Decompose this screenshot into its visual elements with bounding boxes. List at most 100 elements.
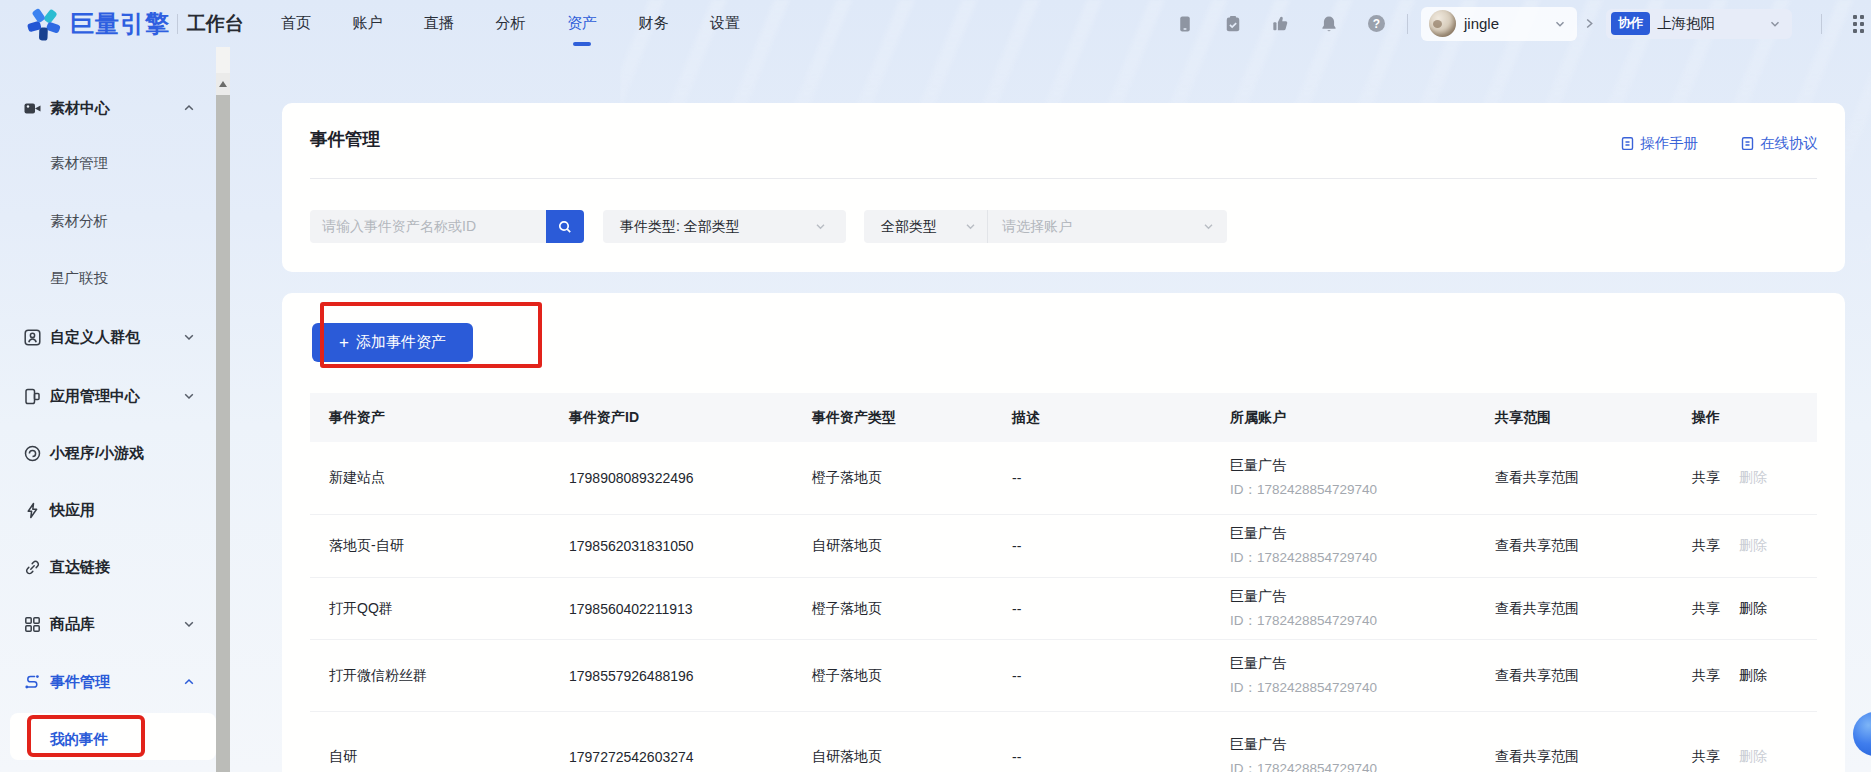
sidebar-item-4[interactable]: 自定义人群包 (0, 325, 216, 349)
cell-description: -- (1002, 538, 1220, 554)
active-nav-underline (573, 42, 591, 46)
table-header: 事件资产事件资产ID事件资产类型描述所属账户共享范围操作 (310, 393, 1817, 442)
help-icon[interactable]: ? (1368, 15, 1385, 32)
sidebar-item-label: 我的事件 (50, 730, 108, 749)
cell-account: 巨量广告ID：1782428854729740 (1220, 736, 1485, 772)
search-button[interactable] (546, 210, 584, 243)
account-select[interactable]: 请选择账户 (1002, 218, 1072, 236)
nav-item-4[interactable]: 资产 (566, 0, 598, 47)
avatar (1429, 10, 1456, 37)
page-title: 事件管理 (310, 127, 380, 151)
view-share-scope-link[interactable]: 查看共享范围 (1495, 748, 1579, 764)
nav-item-2[interactable]: 直播 (423, 0, 455, 47)
chevron-right-icon[interactable] (1584, 18, 1595, 29)
chevron-down-icon (183, 618, 195, 630)
column-header-4: 所属账户 (1220, 409, 1485, 427)
bell-icon[interactable] (1320, 15, 1338, 33)
delete-action[interactable]: 删除 (1739, 748, 1767, 766)
sidebar-item-6[interactable]: 小程序/小游戏 (0, 441, 216, 465)
search-input[interactable]: 请输入事件资产名称或ID (310, 210, 546, 243)
sidebar-scrollbar[interactable] (216, 47, 230, 772)
cell-operations: 共享 删除 (1682, 600, 1817, 618)
user-name: jingle (1464, 15, 1555, 32)
account-filter[interactable]: 全部类型 请选择账户 (864, 210, 1227, 243)
view-share-scope-link[interactable]: 查看共享范围 (1495, 537, 1579, 553)
page-header-card: 事件管理 操作手册 在线协议 请输入事件资产名称或ID 事件类型: 全部类型 (282, 103, 1845, 272)
delete-action[interactable]: 删除 (1739, 600, 1767, 618)
nav-item-6[interactable]: 设置 (709, 0, 741, 47)
grid4-icon (24, 616, 41, 633)
cell-asset-type: 橙子落地页 (802, 667, 1002, 685)
sidebar-item-7[interactable]: 快应用 (0, 498, 216, 522)
share-action[interactable]: 共享 (1692, 748, 1720, 766)
cell-account: 巨量广告ID：1782428854729740 (1220, 588, 1485, 630)
promo-icon[interactable] (1271, 15, 1289, 33)
sidebar-item-label: 应用管理中心 (50, 387, 140, 406)
delete-action[interactable]: 删除 (1739, 537, 1767, 555)
column-header-5: 共享范围 (1485, 409, 1682, 427)
apps-grid-icon[interactable] (1853, 15, 1864, 33)
filter-bar: 请输入事件资产名称或ID 事件类型: 全部类型 全部类型 请选择账户 (282, 210, 1845, 243)
column-header-3: 描述 (1002, 409, 1220, 427)
scrollbar-thumb[interactable] (216, 95, 230, 772)
share-action[interactable]: 共享 (1692, 537, 1720, 555)
sidebar-item-2[interactable]: 素材分析 (0, 209, 216, 233)
cell-description: -- (1002, 470, 1220, 486)
add-event-asset-button[interactable]: + 添加事件资产 (312, 323, 473, 362)
view-share-scope-link[interactable]: 查看共享范围 (1495, 600, 1579, 616)
nav-item-1[interactable]: 账户 (352, 0, 384, 47)
share-action[interactable]: 共享 (1692, 600, 1720, 618)
table-body: 新建站点1798908089322496橙子落地页--巨量广告ID：178242… (310, 442, 1817, 772)
route-icon (24, 674, 41, 691)
clipboard-icon[interactable] (1224, 15, 1242, 33)
cell-asset-id: 1798560402211913 (559, 601, 802, 617)
view-share-scope-link[interactable]: 查看共享范围 (1495, 667, 1579, 683)
audience-icon (24, 329, 41, 346)
sidebar-item-label: 小程序/小游戏 (50, 444, 144, 463)
workspace-label[interactable]: 工作台 (187, 11, 244, 37)
sidebar-item-1[interactable]: 素材管理 (0, 151, 216, 175)
cell-share-scope: 查看共享范围 (1485, 537, 1682, 555)
sidebar: 素材中心素材管理素材分析星广联投自定义人群包应用管理中心小程序/小游戏快应用直达… (0, 47, 216, 772)
scroll-up-button[interactable] (216, 73, 230, 95)
chevron-down-icon (1203, 221, 1403, 232)
agreement-link[interactable]: 在线协议 (1740, 134, 1818, 153)
cell-operations: 共享 删除 (1682, 537, 1817, 555)
org-selector[interactable]: 协作 上海抱阳 (1606, 9, 1792, 39)
user-menu[interactable]: jingle (1421, 7, 1577, 41)
sidebar-item-5[interactable]: 应用管理中心 (0, 384, 216, 408)
sidebar-item-9[interactable]: 商品库 (0, 612, 216, 636)
share-action[interactable]: 共享 (1692, 667, 1720, 685)
apps-icon (24, 388, 41, 405)
sidebar-item-label: 商品库 (50, 615, 95, 634)
brand-logo[interactable]: 巨量引擎 (25, 6, 170, 42)
nav-item-0[interactable]: 首页 (280, 0, 312, 47)
share-action[interactable]: 共享 (1692, 469, 1720, 487)
cell-asset-type: 橙子落地页 (802, 469, 1002, 487)
column-header-1: 事件资产ID (559, 409, 802, 427)
sidebar-item-11[interactable]: 我的事件 (0, 727, 216, 751)
nav-item-3[interactable]: 分析 (495, 0, 527, 47)
org-name: 上海抱阳 (1657, 14, 1770, 33)
sidebar-item-8[interactable]: 直达链接 (0, 555, 216, 579)
cell-account: 巨量广告ID：1782428854729740 (1220, 457, 1485, 499)
nav-item-5[interactable]: 财务 (638, 0, 670, 47)
view-share-scope-link[interactable]: 查看共享范围 (1495, 469, 1579, 485)
sidebar-item-3[interactable]: 星广联投 (0, 266, 216, 290)
delete-action[interactable]: 删除 (1739, 667, 1767, 685)
table-row: 打开QQ群1798560402211913橙子落地页--巨量广告ID：17824… (310, 578, 1817, 640)
delete-action[interactable]: 删除 (1739, 469, 1767, 487)
table-row: 自研1797272542603274自研落地页--巨量广告ID：17824288… (310, 712, 1817, 772)
sidebar-item-10[interactable]: 事件管理 (0, 670, 216, 694)
column-header-6: 操作 (1682, 409, 1817, 427)
chevron-down-icon (1770, 19, 1780, 29)
flash-icon (24, 502, 41, 519)
manual-link[interactable]: 操作手册 (1620, 134, 1698, 153)
mobile-icon[interactable] (1176, 15, 1194, 33)
sidebar-item-0[interactable]: 素材中心 (0, 96, 216, 120)
scope-select[interactable]: 全部类型 (881, 218, 937, 236)
event-type-filter[interactable]: 事件类型: 全部类型 (603, 210, 846, 243)
divider (987, 210, 988, 243)
document-icon (1620, 136, 1635, 151)
chevron-down-icon (183, 331, 195, 343)
